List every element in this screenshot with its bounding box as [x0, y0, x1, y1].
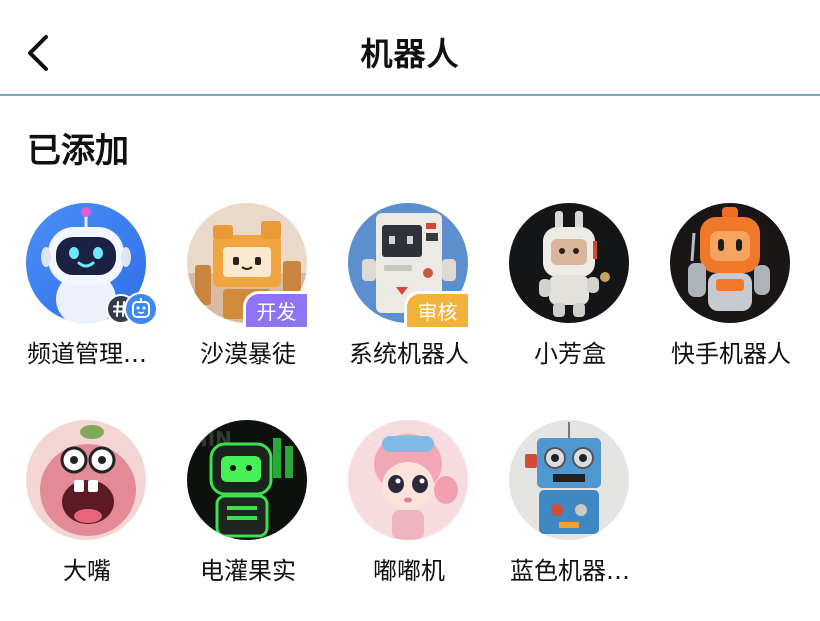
page-title: 机器人 [360, 35, 460, 73]
bot-name: 系统机器人 [349, 340, 469, 368]
bot-item[interactable]: 小芳盒 [495, 203, 645, 403]
white-astronaut-robot-avatar [509, 203, 629, 323]
bot-item[interactable]: 大嘴 [12, 420, 162, 620]
bot-name: 电灌果实 [200, 557, 296, 585]
bot-item[interactable]: HIN 电灌果实 [173, 420, 323, 620]
bot-item[interactable]: 嘟嘟机 [334, 420, 484, 620]
green-neon-robot-avatar: HIN [187, 420, 307, 540]
pink-girl-character-avatar [348, 420, 468, 540]
orange-astronaut-robot-avatar [670, 203, 790, 323]
bot-name: 嘟嘟机 [373, 557, 445, 585]
bot-badge-icons [106, 291, 166, 327]
bot-icon [124, 292, 158, 326]
bot-item[interactable]: 开发 沙漠暴徒 [173, 203, 323, 403]
bot-name: 快手机器人 [671, 340, 791, 368]
bot-item[interactable]: 审核 系统机器人 [334, 203, 484, 403]
bot-item[interactable]: 快手机器人 [656, 203, 806, 403]
pink-bigmouth-monster-avatar [26, 420, 146, 540]
bot-name: 蓝色机器… [510, 557, 630, 585]
bot-name: 小芳盒 [534, 340, 606, 368]
top-nav-bar: 机器人 [0, 0, 820, 96]
review-status-badge: 审核 [404, 291, 468, 327]
bot-name: 频道管理… [27, 340, 147, 368]
section-title-added: 已添加 [27, 131, 129, 171]
bot-item[interactable]: 频道管理… [12, 203, 162, 403]
bot-name: 沙漠暴徒 [200, 340, 296, 368]
bot-item[interactable]: 蓝色机器… [495, 420, 645, 620]
blue-retro-robot-avatar [509, 420, 629, 540]
bot-name: 大嘴 [63, 557, 111, 585]
dev-status-badge: 开发 [243, 291, 307, 327]
